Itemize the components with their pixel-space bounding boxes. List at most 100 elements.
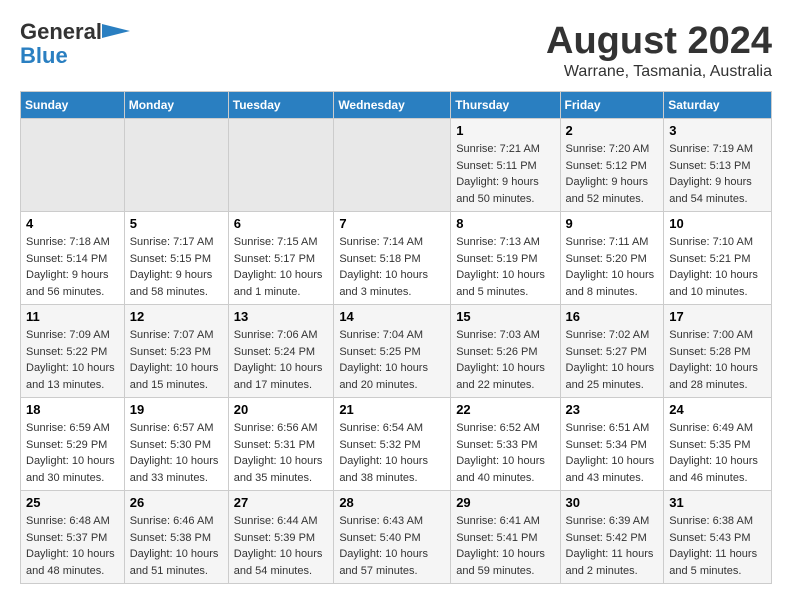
- day-number: 22: [456, 402, 554, 417]
- calendar-cell: 16Sunrise: 7:02 AM Sunset: 5:27 PM Dayli…: [560, 305, 664, 398]
- week-row-2: 4 Sunrise: 7:18 AM Sunset: 5:14 PM Daylig…: [21, 212, 772, 305]
- calendar-cell: 13 Sunrise: 7:06 AM Sunset: 5:24 PM Dayli…: [228, 305, 334, 398]
- day-number: 24: [669, 402, 766, 417]
- header-cell-wednesday: Wednesday: [334, 92, 451, 119]
- day-number: 13: [234, 309, 329, 324]
- calendar-cell: 21 Sunrise: 6:54 AM Sunset: 5:32 PM Dayli…: [334, 398, 451, 491]
- day-number: 25: [26, 495, 119, 510]
- day-info: Sunrise: 6:54 AM Sunset: 5:32 PM Dayligh…: [339, 420, 445, 486]
- main-title: August 2024: [546, 20, 772, 63]
- day-number: 14: [339, 309, 445, 324]
- day-number: 30: [566, 495, 659, 510]
- calendar-cell: [334, 119, 451, 212]
- calendar-cell: 10 Sunrise: 7:10 AM Sunset: 5:21 PM Dayli…: [664, 212, 772, 305]
- day-info: Sunrise: 6:59 AM Sunset: 5:29 PM Dayligh…: [26, 420, 119, 486]
- calendar-cell: 8 Sunrise: 7:13 AM Sunset: 5:19 PM Daylig…: [451, 212, 560, 305]
- calendar-cell: 15 Sunrise: 7:03 AM Sunset: 5:26 PM Dayli…: [451, 305, 560, 398]
- calendar-cell: 18 Sunrise: 6:59 AM Sunset: 5:29 PM Dayli…: [21, 398, 125, 491]
- day-info: Sunrise: 6:57 AM Sunset: 5:30 PM Dayligh…: [130, 420, 223, 486]
- calendar-cell: 9 Sunrise: 7:11 AM Sunset: 5:20 PM Daylig…: [560, 212, 664, 305]
- day-info: Sunrise: 6:41 AM Sunset: 5:41 PM Dayligh…: [456, 513, 554, 579]
- day-info: Sunrise: 6:51 AM Sunset: 5:34 PM Dayligh…: [566, 420, 659, 486]
- day-number: 9: [566, 216, 659, 231]
- day-number: 2: [566, 123, 659, 138]
- header-row: SundayMondayTuesdayWednesdayThursdayFrid…: [21, 92, 772, 119]
- day-info: Sunrise: 7:09 AM Sunset: 5:22 PM Dayligh…: [26, 327, 119, 393]
- day-info: Sunrise: 7:19 AM Sunset: 5:13 PM Dayligh…: [669, 141, 766, 207]
- calendar-cell: 5 Sunrise: 7:17 AM Sunset: 5:15 PM Daylig…: [124, 212, 228, 305]
- calendar-cell: 17Sunrise: 7:00 AM Sunset: 5:28 PM Dayli…: [664, 305, 772, 398]
- title-block: August 2024 Warrane, Tasmania, Australia: [546, 20, 772, 81]
- calendar-cell: [124, 119, 228, 212]
- day-number: 31: [669, 495, 766, 510]
- week-row-1: 1Sunrise: 7:21 AM Sunset: 5:11 PM Daylig…: [21, 119, 772, 212]
- header-cell-sunday: Sunday: [21, 92, 125, 119]
- day-info: Sunrise: 7:11 AM Sunset: 5:20 PM Dayligh…: [566, 234, 659, 300]
- calendar-table: SundayMondayTuesdayWednesdayThursdayFrid…: [20, 91, 772, 584]
- day-number: 18: [26, 402, 119, 417]
- day-number: 15: [456, 309, 554, 324]
- day-number: 23: [566, 402, 659, 417]
- day-info: Sunrise: 7:10 AM Sunset: 5:21 PM Dayligh…: [669, 234, 766, 300]
- calendar-cell: 26 Sunrise: 6:46 AM Sunset: 5:38 PM Dayli…: [124, 491, 228, 584]
- calendar-cell: 23 Sunrise: 6:51 AM Sunset: 5:34 PM Dayli…: [560, 398, 664, 491]
- day-info: Sunrise: 7:06 AM Sunset: 5:24 PM Dayligh…: [234, 327, 329, 393]
- header-cell-friday: Friday: [560, 92, 664, 119]
- calendar-cell: 27Sunrise: 6:44 AM Sunset: 5:39 PM Dayli…: [228, 491, 334, 584]
- calendar-cell: 22Sunrise: 6:52 AM Sunset: 5:33 PM Dayli…: [451, 398, 560, 491]
- day-info: Sunrise: 7:02 AM Sunset: 5:27 PM Dayligh…: [566, 327, 659, 393]
- day-number: 5: [130, 216, 223, 231]
- calendar-cell: 3 Sunrise: 7:19 AM Sunset: 5:13 PM Daylig…: [664, 119, 772, 212]
- day-number: 19: [130, 402, 223, 417]
- day-number: 17: [669, 309, 766, 324]
- day-number: 27: [234, 495, 329, 510]
- logo-text: General: [20, 20, 102, 44]
- calendar-cell: 12 Sunrise: 7:07 AM Sunset: 5:23 PM Dayli…: [124, 305, 228, 398]
- day-info: Sunrise: 6:49 AM Sunset: 5:35 PM Dayligh…: [669, 420, 766, 486]
- day-info: Sunrise: 7:14 AM Sunset: 5:18 PM Dayligh…: [339, 234, 445, 300]
- day-number: 21: [339, 402, 445, 417]
- day-number: 11: [26, 309, 119, 324]
- day-number: 10: [669, 216, 766, 231]
- day-info: Sunrise: 6:56 AM Sunset: 5:31 PM Dayligh…: [234, 420, 329, 486]
- header-cell-monday: Monday: [124, 92, 228, 119]
- calendar-cell: 14 Sunrise: 7:04 AM Sunset: 5:25 PM Dayli…: [334, 305, 451, 398]
- day-number: 8: [456, 216, 554, 231]
- day-info: Sunrise: 7:15 AM Sunset: 5:17 PM Dayligh…: [234, 234, 329, 300]
- calendar-cell: 20 Sunrise: 6:56 AM Sunset: 5:31 PM Dayli…: [228, 398, 334, 491]
- day-number: 3: [669, 123, 766, 138]
- day-number: 26: [130, 495, 223, 510]
- day-info: Sunrise: 6:46 AM Sunset: 5:38 PM Dayligh…: [130, 513, 223, 579]
- header-cell-saturday: Saturday: [664, 92, 772, 119]
- calendar-cell: 28 Sunrise: 6:43 AM Sunset: 5:40 PM Dayli…: [334, 491, 451, 584]
- day-info: Sunrise: 7:04 AM Sunset: 5:25 PM Dayligh…: [339, 327, 445, 393]
- day-info: Sunrise: 7:20 AM Sunset: 5:12 PM Dayligh…: [566, 141, 659, 207]
- day-number: 4: [26, 216, 119, 231]
- day-number: 29: [456, 495, 554, 510]
- week-row-5: 25Sunrise: 6:48 AM Sunset: 5:37 PM Dayli…: [21, 491, 772, 584]
- day-info: Sunrise: 6:43 AM Sunset: 5:40 PM Dayligh…: [339, 513, 445, 579]
- day-info: Sunrise: 7:17 AM Sunset: 5:15 PM Dayligh…: [130, 234, 223, 300]
- calendar-cell: 30Sunrise: 6:39 AM Sunset: 5:42 PM Dayli…: [560, 491, 664, 584]
- logo-icon: [102, 24, 130, 38]
- day-number: 7: [339, 216, 445, 231]
- day-number: 28: [339, 495, 445, 510]
- calendar-cell: 29 Sunrise: 6:41 AM Sunset: 5:41 PM Dayli…: [451, 491, 560, 584]
- header-cell-tuesday: Tuesday: [228, 92, 334, 119]
- calendar-cell: 2 Sunrise: 7:20 AM Sunset: 5:12 PM Daylig…: [560, 119, 664, 212]
- week-row-4: 18 Sunrise: 6:59 AM Sunset: 5:29 PM Dayli…: [21, 398, 772, 491]
- day-number: 12: [130, 309, 223, 324]
- subtitle: Warrane, Tasmania, Australia: [546, 63, 772, 81]
- calendar-cell: 4 Sunrise: 7:18 AM Sunset: 5:14 PM Daylig…: [21, 212, 125, 305]
- day-number: 20: [234, 402, 329, 417]
- day-info: Sunrise: 7:13 AM Sunset: 5:19 PM Dayligh…: [456, 234, 554, 300]
- day-info: Sunrise: 7:07 AM Sunset: 5:23 PM Dayligh…: [130, 327, 223, 393]
- logo: General Blue: [20, 20, 130, 68]
- day-info: Sunrise: 7:18 AM Sunset: 5:14 PM Dayligh…: [26, 234, 119, 300]
- header-cell-thursday: Thursday: [451, 92, 560, 119]
- calendar-cell: 25Sunrise: 6:48 AM Sunset: 5:37 PM Dayli…: [21, 491, 125, 584]
- logo-blue-text: Blue: [20, 44, 68, 68]
- page-header: General Blue August 2024 Warrane, Tasman…: [20, 20, 772, 81]
- day-info: Sunrise: 6:38 AM Sunset: 5:43 PM Dayligh…: [669, 513, 766, 579]
- day-info: Sunrise: 7:03 AM Sunset: 5:26 PM Dayligh…: [456, 327, 554, 393]
